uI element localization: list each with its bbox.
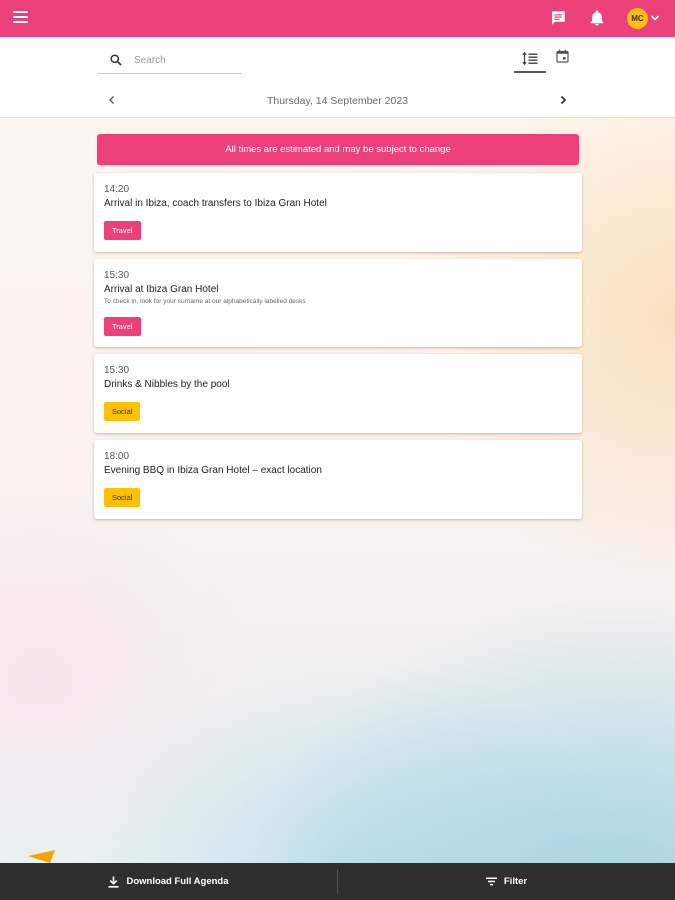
- agenda-toolbar: Thursday, 14 September 2023: [0, 37, 675, 118]
- date-navigation: Thursday, 14 September 2023: [0, 89, 675, 113]
- avatar-initials: MC: [631, 14, 644, 23]
- agenda-item-title: Evening BBQ in Ibiza Gran Hotel – exact …: [104, 465, 322, 476]
- agenda-item[interactable]: 15:30 Arrival at Ibiza Gran Hotel To che…: [94, 259, 582, 347]
- calendar-icon: [555, 49, 569, 63]
- chat-bubble-icon[interactable]: [549, 9, 567, 27]
- top-app-bar: MC: [0, 0, 675, 37]
- category-tag-travel[interactable]: Travel: [104, 317, 141, 336]
- filter-icon: [485, 877, 497, 886]
- search-input[interactable]: [134, 51, 234, 69]
- calendar-view-button[interactable]: [546, 43, 578, 69]
- search-box: [98, 47, 242, 74]
- filter-button[interactable]: Filter: [338, 863, 675, 900]
- agenda-item-time: 14:20: [104, 184, 130, 195]
- download-icon: [108, 876, 119, 888]
- search-icon: [110, 54, 122, 66]
- hamburger-menu-icon[interactable]: [13, 11, 28, 25]
- agenda-item-time: 15:30: [104, 270, 130, 281]
- agenda-item-time: 18:00: [104, 451, 130, 462]
- category-tag-travel[interactable]: Travel: [104, 221, 141, 240]
- agenda-item-title: Drinks & Nibbles by the pool: [104, 379, 230, 390]
- bell-icon[interactable]: [588, 9, 606, 27]
- agenda-item-description: To check in, look for your surname at ou…: [104, 298, 306, 305]
- chevron-down-icon[interactable]: [650, 13, 660, 23]
- download-full-agenda-button[interactable]: Download Full Agenda: [0, 863, 337, 900]
- agenda-item-time: 15:30: [104, 365, 130, 376]
- current-date: Thursday, 14 September 2023: [266, 95, 409, 107]
- agenda-item-title: Arrival at Ibiza Gran Hotel: [104, 284, 219, 295]
- download-button-label: Download Full Agenda: [126, 876, 229, 887]
- banner-text: All times are estimated and may be subje…: [225, 144, 451, 155]
- category-tag-social[interactable]: Social: [104, 488, 141, 507]
- user-avatar[interactable]: MC: [627, 8, 648, 29]
- chevron-right-icon[interactable]: [557, 94, 569, 106]
- list-view-icon: [522, 52, 538, 66]
- agenda-item[interactable]: 18:00 Evening BBQ in Ibiza Gran Hotel – …: [94, 440, 582, 519]
- estimated-times-banner: All times are estimated and may be subje…: [97, 134, 579, 165]
- agenda-item[interactable]: 15:30 Drinks & Nibbles by the pool Socia…: [94, 354, 582, 433]
- agenda-item[interactable]: 14:20 Arrival in Ibiza, coach transfers …: [94, 173, 582, 252]
- agenda-item-title: Arrival in Ibiza, coach transfers to Ibi…: [104, 198, 327, 209]
- list-view-button[interactable]: [514, 47, 546, 73]
- decorative-flag-shape: [28, 850, 55, 863]
- bottom-action-bar: Download Full Agenda Filter: [0, 863, 675, 900]
- category-tag-social[interactable]: Social: [104, 402, 141, 421]
- filter-button-label: Filter: [503, 876, 528, 887]
